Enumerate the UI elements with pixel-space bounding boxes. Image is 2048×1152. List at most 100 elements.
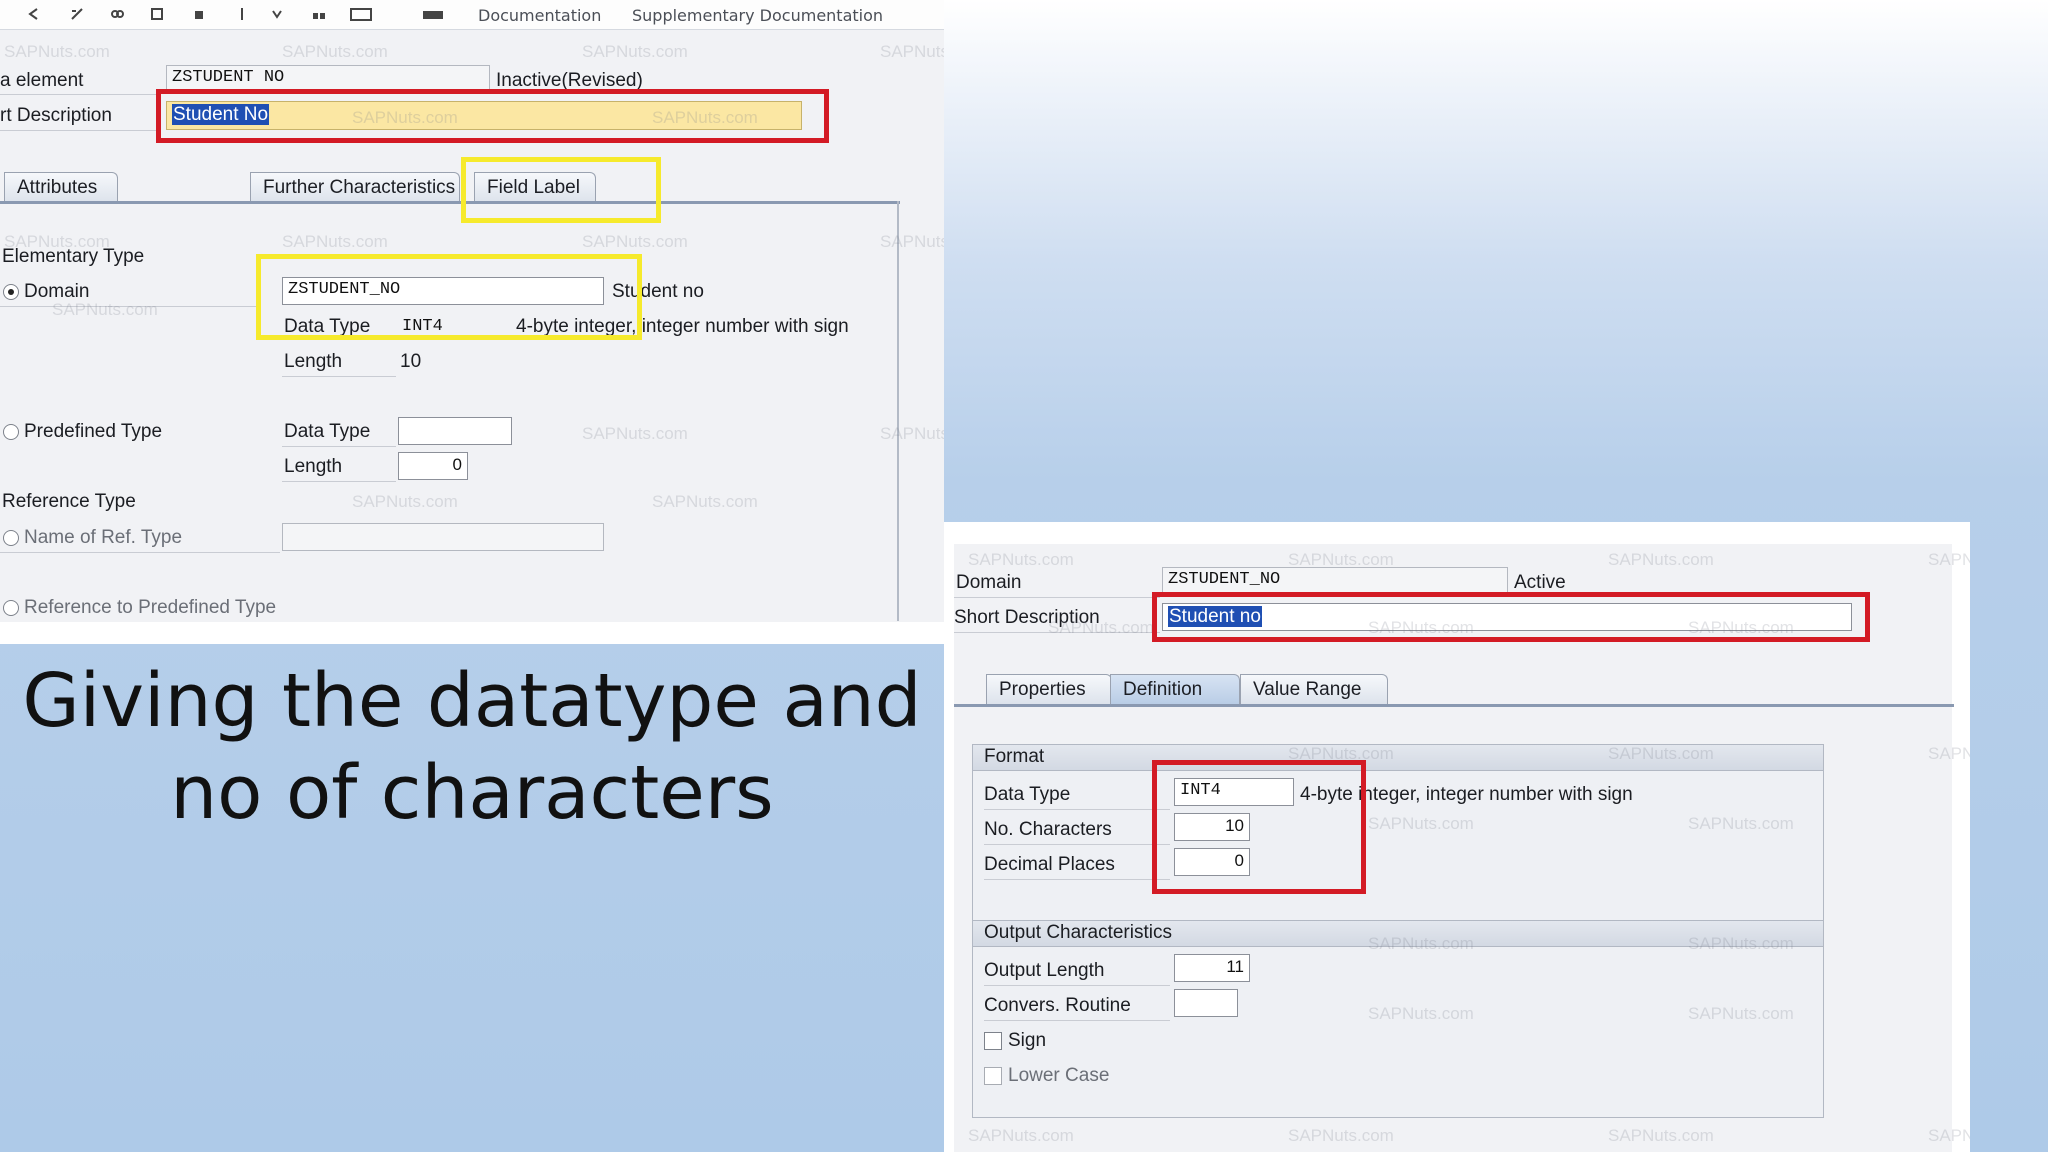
- watermark: SAPNuts.com: [1688, 1004, 1794, 1023]
- predefined-data-type-field[interactable]: [398, 417, 512, 445]
- other-object-icon[interactable]: [110, 6, 124, 20]
- hierarchy-icon[interactable]: [312, 6, 326, 20]
- watermark: SAPNuts.com: [1928, 550, 1970, 569]
- watermark: SAPNuts.com: [1368, 1004, 1474, 1023]
- screenshot-border: [0, 622, 944, 644]
- info-icon[interactable]: [422, 6, 443, 20]
- output-length-field[interactable]: 11: [1174, 954, 1250, 982]
- predefined-type-label: Predefined Type: [24, 421, 163, 442]
- tab-definition[interactable]: Definition: [1110, 674, 1240, 704]
- format-group-title: Format: [984, 746, 1045, 767]
- watermark: SAPNuts.com: [1688, 934, 1794, 953]
- convers-routine-field[interactable]: [1174, 989, 1238, 1017]
- decimal-places-label: Decimal Places: [984, 854, 1115, 875]
- name-ref-type-radio[interactable]: [3, 530, 19, 546]
- length-value: 10: [400, 351, 422, 372]
- convers-routine-label: Convers. Routine: [984, 995, 1131, 1016]
- slide-caption: Giving the datatype and no of characters: [0, 655, 944, 839]
- watermark: SAPNuts.com: [1368, 814, 1474, 833]
- predefined-type-radio[interactable]: [3, 424, 19, 440]
- display-object-list-icon[interactable]: [270, 6, 284, 20]
- label-underline: [984, 809, 1170, 810]
- label-underline: [984, 1020, 1170, 1021]
- domain-status: Active: [1514, 572, 1566, 593]
- watermark: SAPNuts.com: [1048, 618, 1154, 637]
- watermark: SAPNuts.com: [1928, 1126, 1970, 1145]
- red-highlight-short-description: [1152, 592, 1870, 642]
- label-underline: [0, 552, 280, 553]
- data-element-label: a element: [0, 70, 84, 91]
- sign-label: Sign: [1008, 1030, 1047, 1051]
- watermark: SAPNuts.com: [282, 42, 388, 61]
- sign-checkbox[interactable]: [984, 1032, 1002, 1050]
- reference-type-heading: Reference Type: [2, 491, 136, 512]
- label-underline: [282, 481, 396, 482]
- domain-radio[interactable]: [3, 284, 19, 300]
- label-underline: [0, 94, 160, 95]
- watermark: SAPNuts.com: [968, 550, 1074, 569]
- tab-properties[interactable]: Properties: [986, 674, 1112, 704]
- caption-line-1: Giving the datatype and: [22, 658, 922, 744]
- watermark: SAPNuts.com: [582, 424, 688, 443]
- red-highlight-short-description: [156, 89, 829, 143]
- screenshot-border: [944, 522, 1970, 544]
- label-underline: [282, 376, 396, 377]
- application-toolbar: Documentation Supplementary Documentatio…: [0, 0, 944, 30]
- check-icon[interactable]: [150, 6, 164, 20]
- domain-screenshot: SAPNuts.com SAPNuts.com SAPNuts.com SAPN…: [944, 522, 1970, 1152]
- name-ref-type-label: Name of Ref. Type: [24, 527, 183, 548]
- predefined-data-type-label: Data Type: [284, 421, 371, 442]
- watermark: SAPNuts.com: [1288, 1126, 1394, 1145]
- yellow-highlight-domain: [256, 254, 642, 340]
- supplementary-documentation-button[interactable]: Supplementary Documentation: [632, 6, 883, 25]
- watermark: SAPNuts.com: [282, 232, 388, 251]
- label-underline: [984, 844, 1170, 845]
- label-underline: [954, 597, 1160, 598]
- screenshot-border: [1952, 522, 1970, 1152]
- watermark: SAPNuts.com: [52, 300, 158, 319]
- watermark: SAPNuts.com: [880, 42, 944, 61]
- ref-predefined-radio[interactable]: [3, 600, 19, 616]
- data-type-label: Data Type: [984, 784, 1071, 805]
- tab-attributes[interactable]: Attributes: [4, 172, 118, 202]
- domain-name-field[interactable]: ZSTUDENT_NO: [1162, 567, 1508, 595]
- label-underline: [0, 130, 160, 131]
- watermark: SAPNuts.com: [968, 1126, 1074, 1145]
- watermark: SAPNuts.com: [1608, 1126, 1714, 1145]
- label-underline: [984, 985, 1170, 986]
- watermark: SAPNuts.com: [4, 42, 110, 61]
- lower-case-checkbox[interactable]: [984, 1067, 1002, 1085]
- watermark: SAPNuts.com: [880, 424, 944, 443]
- activate-icon[interactable]: [192, 6, 206, 20]
- data-element-screenshot: Documentation Supplementary Documentatio…: [0, 0, 944, 644]
- predefined-length-label: Length: [284, 456, 343, 477]
- tab-further-characteristics[interactable]: Further Characteristics: [250, 172, 460, 202]
- watermark: SAPNuts.com: [880, 232, 944, 251]
- label-underline: [282, 446, 396, 447]
- output-length-label: Output Length: [984, 960, 1105, 981]
- elementary-type-heading: Elementary Type: [2, 246, 145, 267]
- tab-strip-border: [0, 201, 900, 204]
- tab-value-range[interactable]: Value Range: [1240, 674, 1388, 704]
- output-group-title: Output Characteristics: [984, 922, 1172, 943]
- display-change-icon[interactable]: [70, 6, 84, 20]
- watermark: SAPNuts.com: [1368, 934, 1474, 953]
- short-description-label: rt Description: [0, 105, 112, 126]
- yellow-highlight-field-label-tab: [461, 157, 661, 223]
- where-used-icon[interactable]: [235, 6, 249, 20]
- domain-label: Domain: [956, 572, 1022, 593]
- watermark: SAPNuts.com: [1608, 744, 1714, 763]
- back-icon[interactable]: [26, 6, 40, 20]
- watermark: SAPNuts.com: [1608, 550, 1714, 569]
- name-ref-type-field[interactable]: [282, 523, 604, 551]
- predefined-length-field[interactable]: 0: [398, 452, 468, 480]
- table-icon[interactable]: [350, 6, 372, 21]
- tab-panel-border: [897, 201, 899, 621]
- no-characters-label: No. Characters: [984, 819, 1112, 840]
- documentation-button[interactable]: Documentation: [478, 6, 601, 25]
- lower-case-label: Lower Case: [1008, 1065, 1110, 1086]
- watermark: SAPNuts.com: [1928, 744, 1970, 763]
- label-underline: [984, 879, 1170, 880]
- red-highlight-format: [1152, 760, 1366, 894]
- watermark: SAPNuts.com: [582, 232, 688, 251]
